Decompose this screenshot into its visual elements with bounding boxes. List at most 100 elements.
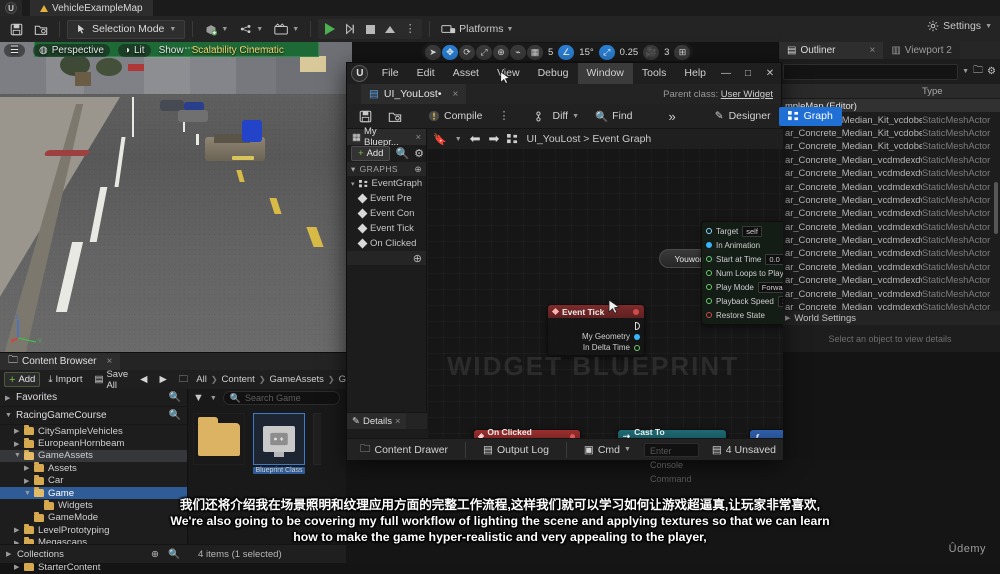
event-node-3[interactable]: On Clicked xyxy=(347,236,426,251)
scale-snap-value[interactable]: 0.25 xyxy=(616,47,643,58)
tab-viewport-2[interactable]: ▥ Viewport 2 xyxy=(883,42,960,59)
asset-item-blueprint[interactable]: Blueprint Class xyxy=(253,413,305,474)
level-viewport[interactable]: EXIT 2 - 170th Street - Next Exit 3/4 mi… xyxy=(0,42,352,352)
asset-item-partial[interactable] xyxy=(313,413,321,474)
view-mode-button[interactable]: ◑ Lit xyxy=(117,44,151,57)
blueprints-icon[interactable]: ▼ xyxy=(235,19,267,39)
outliner-search-input[interactable] xyxy=(783,63,959,80)
pin-in-animation[interactable] xyxy=(706,242,712,248)
outliner-row[interactable]: ar_Concrete_Median_vcdmdexdw_higStaticMe… xyxy=(779,179,1000,192)
pin-playback-speed[interactable] xyxy=(706,298,712,304)
world-coords-icon[interactable]: ⊕ xyxy=(493,44,509,60)
move-gizmo-icon[interactable]: ✥ xyxy=(442,44,458,60)
favorites-section[interactable]: ▶ Favorites 🔍 xyxy=(0,389,187,407)
save-all-button[interactable]: ▤ Save All xyxy=(90,369,132,391)
outliner-scrollbar[interactable] xyxy=(994,182,998,234)
close-button[interactable]: ✕ xyxy=(759,63,781,84)
event-node-2[interactable]: Event Tick xyxy=(347,221,426,236)
filter-icon[interactable]: ▼ xyxy=(193,392,204,404)
project-root-row[interactable]: ▼ RacingGameCourse 🔍 xyxy=(0,407,187,425)
platforms-button[interactable]: Platforms ▼ xyxy=(437,19,517,39)
plus-circle-icon[interactable]: ⊕ xyxy=(151,549,159,560)
pin-restore-state[interactable] xyxy=(706,312,712,318)
partial-node[interactable]: ƒ xyxy=(749,429,783,438)
maximize-button[interactable]: □ xyxy=(737,63,759,84)
outliner-row[interactable]: ar_Concrete_Median_vcdmdexdw_higStaticMe… xyxy=(779,153,1000,166)
eject-button[interactable] xyxy=(380,19,400,39)
close-icon[interactable]: × xyxy=(869,45,875,56)
outliner-row[interactable]: ar_Concrete_Median_vcdmdexdw_higStaticMe… xyxy=(779,206,1000,219)
outliner-list[interactable]: ar_Concrete_Median_Kit_vcdobeadw_StaticM… xyxy=(779,112,1000,326)
surface-snap-icon[interactable]: ⌁ xyxy=(510,44,526,60)
designer-tab-button[interactable]: ✎ Designer xyxy=(709,110,777,122)
chevron-down-icon[interactable]: ▼ xyxy=(210,395,217,402)
pin-start-at-time[interactable] xyxy=(706,256,712,262)
unreal-logo-icon[interactable]: U xyxy=(0,0,22,16)
angle-snap-value[interactable]: 15° xyxy=(575,47,597,58)
browse-content-icon[interactable] xyxy=(30,19,52,39)
toolbar-overflow-icon[interactable]: » xyxy=(662,106,683,126)
outliner-row[interactable]: ar_Concrete_Median_Kit_vcdobeadw_StaticM… xyxy=(779,126,1000,139)
chevron-down-icon[interactable]: ▼ xyxy=(962,68,969,75)
search-icon[interactable]: 🔍 xyxy=(395,147,409,160)
selection-mode-dropdown[interactable]: Selection Mode ▼ xyxy=(67,19,186,39)
compile-button[interactable]: Compile xyxy=(421,106,490,126)
grid-snap-icon[interactable]: ▦ xyxy=(527,44,543,60)
nav-back-icon[interactable]: ◀ xyxy=(136,372,151,387)
outliner-row[interactable]: ar_Concrete_Median_vcdmdexdw_higStaticMe… xyxy=(779,273,1000,286)
gear-icon[interactable]: ⚙ xyxy=(987,66,996,77)
show-menu-button[interactable]: Show xyxy=(159,45,184,56)
viewport-menu-icon[interactable]: ☰ xyxy=(4,44,25,57)
level-tab[interactable]: VehicleExampleMap xyxy=(30,0,153,16)
outliner-row[interactable]: ar_Concrete_Median_vcdmdexdw_higStaticMe… xyxy=(779,286,1000,299)
browse-icon[interactable] xyxy=(381,106,409,126)
close-icon[interactable]: × xyxy=(415,132,421,143)
play-animation-node[interactable]: Target self In Animation Start at Time 0.0 Nu… xyxy=(701,221,783,325)
arrow-left-icon[interactable]: ⬅ xyxy=(470,131,481,147)
add-button[interactable]: + Add xyxy=(4,372,41,387)
breadcrumb-item-1[interactable]: Content xyxy=(222,374,255,385)
cast-to-cargamemode-node[interactable]: ⇢ Cast To CarGameMode Object Cast Failed xyxy=(617,427,727,438)
folder-tree-item[interactable]: ▼ GameAssets xyxy=(0,449,187,463)
close-icon[interactable]: × xyxy=(453,89,459,100)
world-settings-section[interactable]: ▶ World Settings xyxy=(779,311,1000,325)
my-geometry-pin[interactable] xyxy=(634,333,640,340)
pin-value[interactable]: Forward xyxy=(757,281,783,293)
breadcrumb-item-2[interactable]: GameAssets xyxy=(270,374,324,385)
tab-details[interactable]: ✎ Details × xyxy=(347,413,406,429)
pin-play-mode[interactable] xyxy=(706,284,712,290)
folder-tree-item[interactable]: ▶ Assets xyxy=(0,462,187,474)
functions-section-header[interactable]: ⊕ xyxy=(347,251,426,265)
camera-mode-button[interactable]: ◍ Perspective xyxy=(32,44,110,57)
tab-outliner[interactable]: ▤ Outliner × xyxy=(779,42,884,59)
graph-breadcrumb[interactable]: UI_YouLost > Event Graph xyxy=(526,133,651,145)
event-node-0[interactable]: Event Pre xyxy=(347,191,426,206)
pin-target[interactable] xyxy=(706,228,712,234)
save-icon[interactable] xyxy=(352,106,379,126)
rotate-gizmo-icon[interactable]: ⟳ xyxy=(459,44,475,60)
menu-item-window[interactable]: Window xyxy=(577,63,633,84)
close-icon[interactable]: × xyxy=(106,356,112,367)
event-graph-node[interactable]: ▾ EventGraph xyxy=(347,176,426,191)
settings-button[interactable]: Settings ▼ xyxy=(927,20,992,32)
event-list[interactable]: Event Pre Event Con Event Tick On Clicked xyxy=(347,191,426,251)
step-button[interactable] xyxy=(340,19,360,39)
folder-icon[interactable]: 🗀 xyxy=(175,372,193,387)
outliner-row[interactable]: ar_Concrete_Median_vcdmdexdw_higStaticMe… xyxy=(779,246,1000,259)
unreal-logo-icon[interactable]: U xyxy=(347,63,373,84)
outliner-row[interactable]: ar_Concrete_Median_vcdmdexdw_higStaticMe… xyxy=(779,166,1000,179)
play-more-options-icon[interactable]: ⋮ xyxy=(400,19,420,39)
on-clicked-node[interactable]: On Clicked (Button_0) xyxy=(473,427,581,438)
menu-item-tools[interactable]: Tools xyxy=(633,63,676,84)
play-button[interactable] xyxy=(320,19,340,39)
gear-icon[interactable]: ⚙ xyxy=(414,147,424,160)
chevron-down-icon[interactable]: ▼ xyxy=(455,136,462,143)
unsaved-indicator[interactable]: ▤ 4 Unsaved xyxy=(705,440,783,460)
tab-content-browser[interactable]: 🗀 Content Browser × xyxy=(0,353,121,370)
console-command-input[interactable]: Enter Console Command xyxy=(643,442,699,484)
grid-snap-value[interactable]: 5 xyxy=(544,47,557,58)
kebab-icon[interactable]: ⋮ xyxy=(492,106,517,126)
folder-tree-item[interactable]: ▶ Car xyxy=(0,474,187,487)
event-graph-canvas[interactable]: 🔖 ▼ ⬅ ➡ UI_YouLost > Event Graph Zoom -1… xyxy=(427,129,783,438)
folder-tree-item[interactable]: ▶ CitySampleVehicles xyxy=(0,425,187,437)
